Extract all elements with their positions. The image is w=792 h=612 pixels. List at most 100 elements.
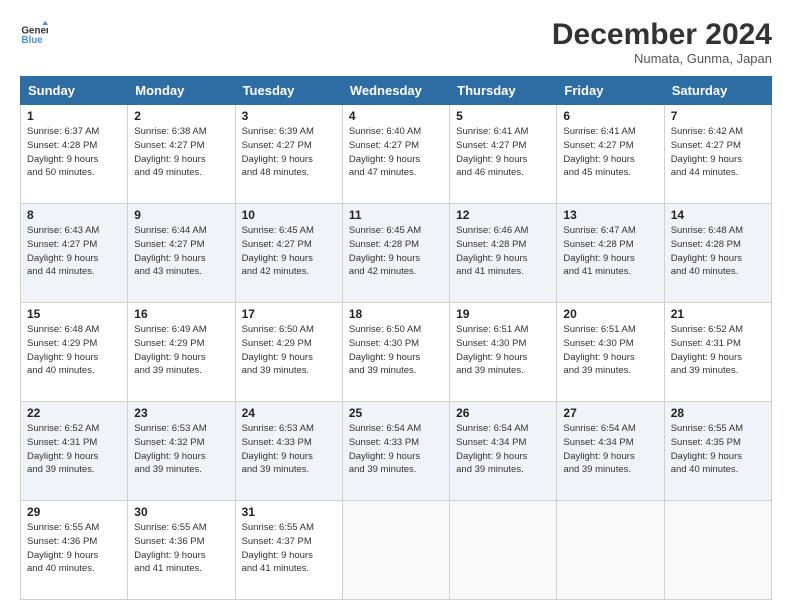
day-number: 27	[563, 406, 657, 420]
day-header-friday: Friday	[557, 77, 664, 105]
header: General Blue December 2024 Numata, Gunma…	[20, 18, 772, 66]
day-info: Sunrise: 6:44 AMSunset: 4:27 PMDaylight:…	[134, 224, 228, 279]
day-info: Sunrise: 6:55 AMSunset: 4:37 PMDaylight:…	[242, 521, 336, 576]
title-block: December 2024 Numata, Gunma, Japan	[552, 18, 772, 66]
week-row-3: 15Sunrise: 6:48 AMSunset: 4:29 PMDayligh…	[21, 303, 772, 402]
month-title: December 2024	[552, 18, 772, 51]
day-number: 13	[563, 208, 657, 222]
calendar-cell: 31Sunrise: 6:55 AMSunset: 4:37 PMDayligh…	[235, 501, 342, 600]
calendar-cell: 22 Sunrise: 6:52 AMSunset: 4:31 PMDayligh…	[21, 402, 128, 501]
day-header-tuesday: Tuesday	[235, 77, 342, 105]
day-info: Sunrise: 6:39 AMSunset: 4:27 PMDaylight:…	[242, 125, 336, 180]
calendar-cell: 4Sunrise: 6:40 AMSunset: 4:27 PMDaylight…	[342, 105, 449, 204]
day-number: 18	[349, 307, 443, 321]
calendar-cell: 7Sunrise: 6:42 AMSunset: 4:27 PMDaylight…	[664, 105, 771, 204]
calendar-cell: 6 Sunrise: 6:41 AMSunset: 4:27 PMDaylight…	[557, 105, 664, 204]
day-number: 3	[242, 109, 336, 123]
day-number: 1	[27, 109, 121, 123]
day-number: 17	[242, 307, 336, 321]
day-info: Sunrise: 6:38 AMSunset: 4:27 PMDaylight:…	[134, 125, 228, 180]
day-info: Sunrise: 6:50 AMSunset: 4:29 PMDaylight:…	[242, 323, 336, 378]
calendar-cell: 24Sunrise: 6:53 AMSunset: 4:33 PMDayligh…	[235, 402, 342, 501]
calendar-cell: 29 Sunrise: 6:55 AMSunset: 4:36 PMDayligh…	[21, 501, 128, 600]
day-info: Sunrise: 6:50 AMSunset: 4:30 PMDaylight:…	[349, 323, 443, 378]
week-row-5: 29 Sunrise: 6:55 AMSunset: 4:36 PMDayligh…	[21, 501, 772, 600]
week-row-1: 1 Sunrise: 6:37 AMSunset: 4:28 PMDaylight…	[21, 105, 772, 204]
day-info: Sunrise: 6:41 AMSunset: 4:27 PMDaylight:…	[563, 125, 657, 180]
day-info: Sunrise: 6:55 AMSunset: 4:36 PMDaylight:…	[134, 521, 228, 576]
day-number: 14	[671, 208, 765, 222]
calendar-cell: 16 Sunrise: 6:49 AMSunset: 4:29 PMDayligh…	[128, 303, 235, 402]
calendar-cell	[342, 501, 449, 600]
day-number: 23	[134, 406, 228, 420]
day-number: 22	[27, 406, 121, 420]
calendar-cell: 25Sunrise: 6:54 AMSunset: 4:33 PMDayligh…	[342, 402, 449, 501]
calendar-cell	[664, 501, 771, 600]
day-number: 21	[671, 307, 765, 321]
day-info: Sunrise: 6:49 AMSunset: 4:29 PMDaylight:…	[134, 323, 228, 378]
location: Numata, Gunma, Japan	[552, 51, 772, 66]
svg-text:Blue: Blue	[21, 35, 43, 46]
day-header-thursday: Thursday	[450, 77, 557, 105]
page: General Blue December 2024 Numata, Gunma…	[0, 0, 792, 612]
day-info: Sunrise: 6:55 AMSunset: 4:36 PMDaylight:…	[27, 521, 121, 576]
calendar-cell: 11 Sunrise: 6:45 AMSunset: 4:28 PMDayligh…	[342, 204, 449, 303]
day-number: 28	[671, 406, 765, 420]
day-number: 10	[242, 208, 336, 222]
calendar-cell: 10 Sunrise: 6:45 AMSunset: 4:27 PMDayligh…	[235, 204, 342, 303]
day-info: Sunrise: 6:55 AMSunset: 4:35 PMDaylight:…	[671, 422, 765, 477]
day-info: Sunrise: 6:41 AMSunset: 4:27 PMDaylight:…	[456, 125, 550, 180]
calendar-cell: 26 Sunrise: 6:54 AMSunset: 4:34 PMDayligh…	[450, 402, 557, 501]
calendar-cell: 19 Sunrise: 6:51 AMSunset: 4:30 PMDayligh…	[450, 303, 557, 402]
day-number: 9	[134, 208, 228, 222]
calendar-cell: 27Sunrise: 6:54 AMSunset: 4:34 PMDayligh…	[557, 402, 664, 501]
day-info: Sunrise: 6:51 AMSunset: 4:30 PMDaylight:…	[456, 323, 550, 378]
day-number: 29	[27, 505, 121, 519]
calendar-cell: 17 Sunrise: 6:50 AMSunset: 4:29 PMDayligh…	[235, 303, 342, 402]
logo: General Blue	[20, 18, 48, 46]
day-header-wednesday: Wednesday	[342, 77, 449, 105]
calendar-cell: 13 Sunrise: 6:47 AMSunset: 4:28 PMDayligh…	[557, 204, 664, 303]
day-info: Sunrise: 6:46 AMSunset: 4:28 PMDaylight:…	[456, 224, 550, 279]
calendar-header-row: SundayMondayTuesdayWednesdayThursdayFrid…	[21, 77, 772, 105]
day-info: Sunrise: 6:45 AMSunset: 4:28 PMDaylight:…	[349, 224, 443, 279]
day-number: 7	[671, 109, 765, 123]
calendar-cell: 9 Sunrise: 6:44 AMSunset: 4:27 PMDaylight…	[128, 204, 235, 303]
day-number: 19	[456, 307, 550, 321]
day-info: Sunrise: 6:47 AMSunset: 4:28 PMDaylight:…	[563, 224, 657, 279]
day-number: 5	[456, 109, 550, 123]
day-number: 6	[563, 109, 657, 123]
day-info: Sunrise: 6:52 AMSunset: 4:31 PMDaylight:…	[27, 422, 121, 477]
calendar-cell: 2 Sunrise: 6:38 AMSunset: 4:27 PMDaylight…	[128, 105, 235, 204]
day-number: 20	[563, 307, 657, 321]
calendar-cell: 20Sunrise: 6:51 AMSunset: 4:30 PMDayligh…	[557, 303, 664, 402]
calendar-cell	[450, 501, 557, 600]
week-row-4: 22 Sunrise: 6:52 AMSunset: 4:31 PMDayligh…	[21, 402, 772, 501]
day-info: Sunrise: 6:45 AMSunset: 4:27 PMDaylight:…	[242, 224, 336, 279]
week-row-2: 8Sunrise: 6:43 AMSunset: 4:27 PMDaylight…	[21, 204, 772, 303]
day-number: 26	[456, 406, 550, 420]
day-number: 12	[456, 208, 550, 222]
calendar-cell: 5 Sunrise: 6:41 AMSunset: 4:27 PMDaylight…	[450, 105, 557, 204]
calendar-cell: 8Sunrise: 6:43 AMSunset: 4:27 PMDaylight…	[21, 204, 128, 303]
calendar-cell: 14 Sunrise: 6:48 AMSunset: 4:28 PMDayligh…	[664, 204, 771, 303]
calendar-cell: 3 Sunrise: 6:39 AMSunset: 4:27 PMDaylight…	[235, 105, 342, 204]
day-info: Sunrise: 6:48 AMSunset: 4:28 PMDaylight:…	[671, 224, 765, 279]
day-header-sunday: Sunday	[21, 77, 128, 105]
day-number: 16	[134, 307, 228, 321]
logo-icon: General Blue	[20, 18, 48, 46]
day-number: 11	[349, 208, 443, 222]
day-info: Sunrise: 6:43 AMSunset: 4:27 PMDaylight:…	[27, 224, 121, 279]
day-info: Sunrise: 6:37 AMSunset: 4:28 PMDaylight:…	[27, 125, 121, 180]
day-number: 2	[134, 109, 228, 123]
calendar-cell	[557, 501, 664, 600]
day-info: Sunrise: 6:54 AMSunset: 4:34 PMDaylight:…	[456, 422, 550, 477]
day-info: Sunrise: 6:53 AMSunset: 4:33 PMDaylight:…	[242, 422, 336, 477]
calendar-cell: 23Sunrise: 6:53 AMSunset: 4:32 PMDayligh…	[128, 402, 235, 501]
calendar-body: 1 Sunrise: 6:37 AMSunset: 4:28 PMDaylight…	[21, 105, 772, 600]
day-info: Sunrise: 6:52 AMSunset: 4:31 PMDaylight:…	[671, 323, 765, 378]
day-number: 4	[349, 109, 443, 123]
day-number: 25	[349, 406, 443, 420]
calendar-cell: 12 Sunrise: 6:46 AMSunset: 4:28 PMDayligh…	[450, 204, 557, 303]
calendar-cell: 1 Sunrise: 6:37 AMSunset: 4:28 PMDaylight…	[21, 105, 128, 204]
